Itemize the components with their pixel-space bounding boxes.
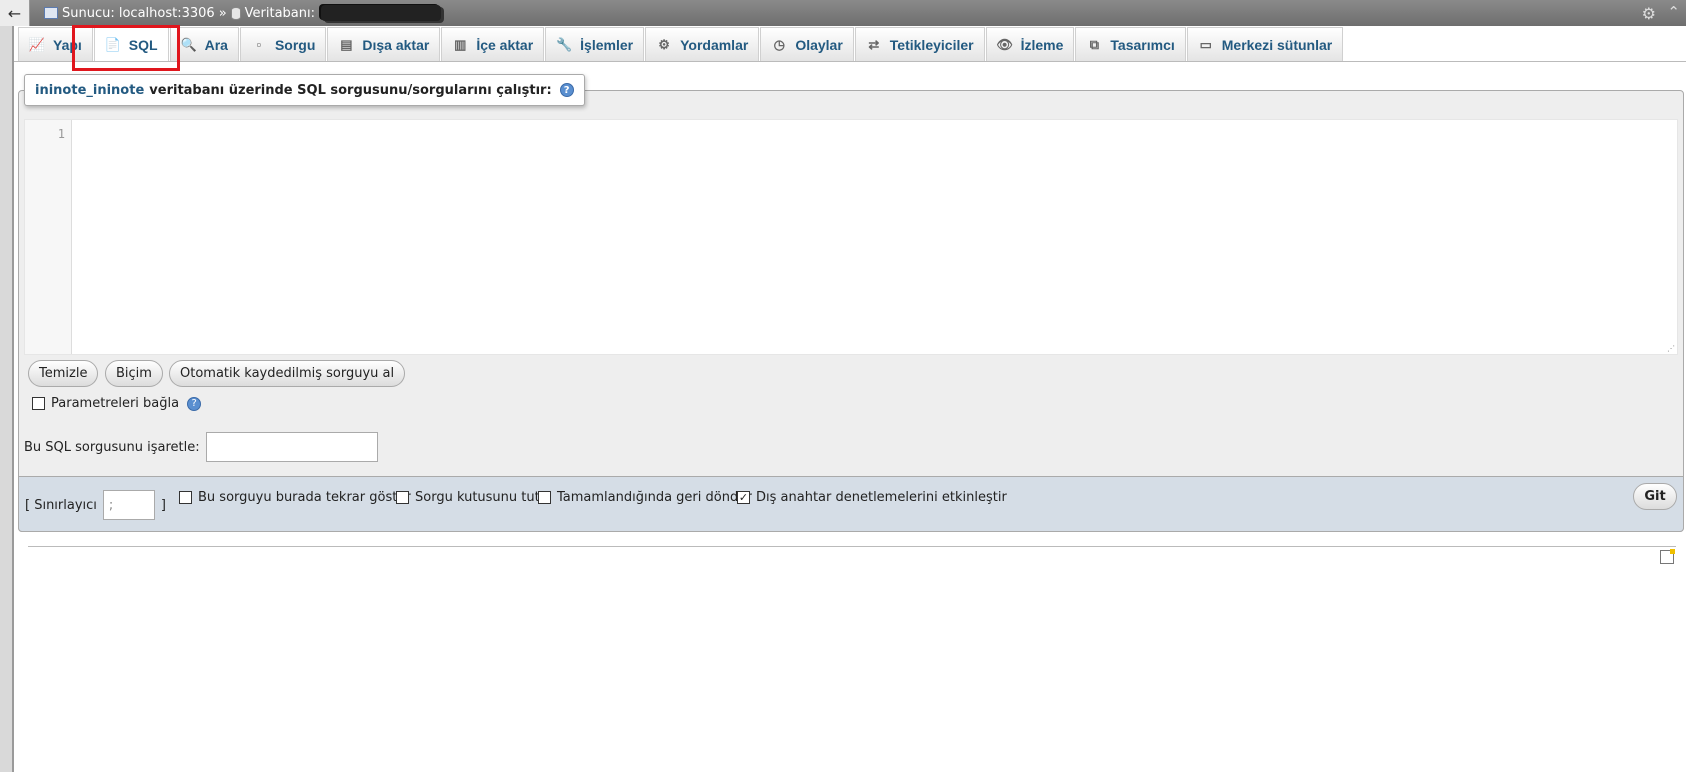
delimiter-row: [ Sınırlayıcı ; ] — [25, 490, 166, 520]
server-icon — [44, 7, 58, 19]
tab-structure[interactable]: 📈 Yapı — [18, 27, 93, 61]
tab-label: Tetikleyiciler — [889, 36, 974, 53]
tab-label: Merkezi sütunlar — [1221, 36, 1333, 53]
breadcrumb-server[interactable]: Sunucu: localhost:3306 — [62, 6, 215, 21]
tab-label: Yapı — [53, 36, 82, 53]
back-arrow-icon[interactable]: ← — [0, 0, 30, 26]
tab-query[interactable]: ▫ Sorgu — [239, 27, 327, 61]
format-button[interactable]: Biçim — [105, 360, 163, 387]
tab-label: Tasarımcı — [1110, 36, 1175, 53]
export-icon: ▤ — [340, 36, 353, 52]
sql-icon: 📄 — [104, 36, 121, 52]
query-options-footer: [ Sınırlayıcı ; ] Bu sorguyu burada tekr… — [18, 476, 1684, 532]
tab-routines[interactable]: ⚙ Yordamlar — [645, 27, 760, 61]
option-retain-query-box[interactable]: Sorgu kutusunu tut — [396, 490, 540, 505]
tab-label: Olaylar — [795, 36, 843, 53]
tracking-icon: 👁 — [996, 36, 1013, 52]
option-label[interactable]: Tamamlandığında geri döndür — [557, 490, 752, 505]
option-show-query-again[interactable]: Bu sorguyu burada tekrar göster — [179, 490, 411, 505]
events-icon: ◷ — [773, 36, 785, 52]
tab-label: Ara — [204, 36, 228, 53]
option-checkbox[interactable] — [396, 491, 409, 504]
redacted-database-name — [321, 5, 442, 21]
option-rollback-when-finished[interactable]: Tamamlandığında geri döndür — [538, 490, 752, 505]
delimiter-input[interactable]: ; — [102, 490, 155, 520]
tab-central-columns[interactable]: ▭ Merkezi sütunlar — [1186, 27, 1344, 61]
tab-sql[interactable]: 📄 SQL — [93, 27, 169, 61]
left-edge — [0, 0, 14, 772]
tab-export[interactable]: ▤ Dışa aktar — [327, 27, 441, 61]
tab-search[interactable]: 🔍 Ara — [169, 27, 239, 61]
option-label[interactable]: Sorgu kutusunu tut — [415, 490, 540, 505]
tab-label: Sorgu — [274, 36, 316, 53]
help-icon[interactable]: ? — [559, 83, 574, 97]
tab-designer[interactable]: ⧉ Tasarımcı — [1075, 27, 1186, 61]
console-icon[interactable] — [1660, 549, 1675, 564]
delimiter-close-bracket: ] — [160, 497, 166, 513]
sql-editor[interactable]: 1 ⋰ — [24, 119, 1678, 355]
tab-label: İzleme — [1020, 36, 1064, 53]
bookmark-input[interactable] — [205, 432, 378, 462]
option-checkbox[interactable] — [538, 491, 551, 504]
go-button[interactable]: Git — [1633, 483, 1677, 510]
bind-parameters-checkbox[interactable] — [32, 397, 45, 410]
option-enable-foreign-key-checks[interactable]: ✓ Dış anahtar denetlemelerini etkinleşti… — [737, 490, 1007, 505]
tab-label: Dışa aktar — [362, 36, 430, 53]
tab-label: Yordamlar — [680, 36, 749, 53]
routines-icon: ⚙ — [658, 36, 670, 52]
tab-operations[interactable]: 🔧 İşlemler — [545, 27, 645, 61]
option-checkbox-checked[interactable]: ✓ — [737, 491, 750, 504]
option-checkbox[interactable] — [179, 491, 192, 504]
bookmark-row: Bu SQL sorgusunu işaretle: — [24, 432, 378, 462]
bind-parameters-row: Parametreleri bağla ? — [32, 396, 202, 411]
triggers-icon: ⇄ — [868, 36, 880, 52]
import-icon: ▥ — [454, 36, 467, 52]
breadcrumb-database[interactable]: Veritabanı: — [245, 6, 315, 21]
get-autosaved-query-button[interactable]: Otomatik kaydedilmiş sorguyu al — [169, 360, 406, 387]
option-label[interactable]: Dış anahtar denetlemelerini etkinleştir — [756, 490, 1007, 505]
clear-button[interactable]: Temizle — [28, 360, 99, 387]
option-label[interactable]: Bu sorguyu burada tekrar göster — [198, 490, 411, 505]
database-name-link[interactable]: ininote_ininote — [35, 83, 144, 98]
gear-icon[interactable]: ⚙ — [1642, 4, 1656, 23]
tab-events[interactable]: ◷ Olaylar — [760, 27, 854, 61]
tab-import[interactable]: ▥ İçe aktar — [441, 27, 545, 61]
bookmark-label: Bu SQL sorgusunu işaretle: — [24, 439, 200, 455]
database-icon — [230, 6, 241, 20]
search-icon: 🔍 — [180, 36, 197, 52]
delimiter-label: [ Sınırlayıcı — [25, 497, 97, 513]
tab-bar: 📈 Yapı 📄 SQL 🔍 Ara ▫ Sorgu ▤ Dışa aktar ▥ İçe aktar… — [14, 26, 1686, 62]
tab-label: İşlemler — [580, 36, 634, 53]
breadcrumb: Sunucu: localhost:3306 » Veritabanı: — [44, 5, 442, 21]
query-icon: ▫ — [256, 37, 262, 52]
divider — [28, 546, 1676, 547]
line-number: 1 — [57, 127, 65, 141]
structure-icon: 📈 — [28, 36, 46, 52]
heading-text: veritabanı üzerinde SQL sorgusunu/sorgul… — [149, 82, 552, 98]
breadcrumb-separator: » — [218, 5, 227, 21]
tab-label: SQL — [128, 36, 158, 53]
tab-tracking[interactable]: 👁 İzleme — [985, 27, 1075, 61]
collapse-icon[interactable]: ⌃ — [1667, 3, 1680, 21]
breadcrumb-bar: ← Sunucu: localhost:3306 » Veritabanı: ⚙… — [0, 0, 1686, 26]
tab-triggers[interactable]: ⇄ Tetikleyiciler — [854, 27, 985, 61]
help-icon[interactable]: ? — [187, 396, 202, 411]
tab-label: İçe aktar — [476, 36, 534, 53]
line-number-gutter: 1 — [25, 120, 72, 354]
query-panel-heading: ininote_ininote veritabanı üzerinde SQL … — [24, 74, 585, 106]
central-columns-icon: ▭ — [1199, 36, 1212, 52]
operations-icon: 🔧 — [556, 36, 573, 52]
resize-grip-icon[interactable]: ⋰ — [1667, 344, 1675, 353]
designer-icon: ⧉ — [1089, 36, 1100, 52]
bind-parameters-label[interactable]: Parametreleri bağla — [51, 396, 179, 411]
